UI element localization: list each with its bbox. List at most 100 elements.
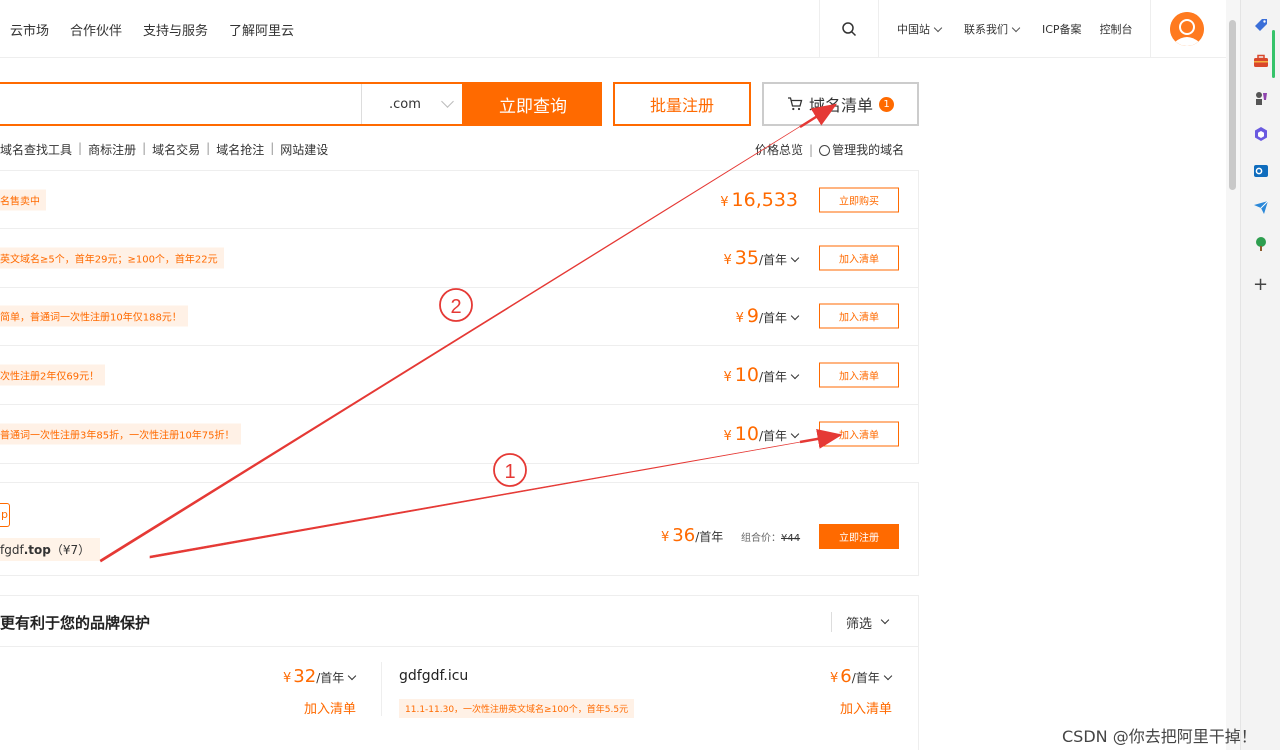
nav-item-about[interactable]: 了解阿里云 xyxy=(229,20,294,39)
add-to-list-link[interactable]: 加入清单 xyxy=(304,698,356,717)
filter-label: 筛选 xyxy=(846,616,873,632)
add-to-list-button[interactable]: 加入清单 xyxy=(819,362,899,388)
price-dropdown[interactable]: ¥ 35 /首年 xyxy=(723,247,800,270)
outlook-icon[interactable] xyxy=(1252,162,1270,180)
combo-price: ¥ 36 /首年 xyxy=(661,525,723,546)
result-row: 次性注册2年仅69元！ ¥ 10 /首年 加入清单 xyxy=(0,346,918,405)
promo-tag: 11.1-11.30，一次性注册英文域名≥100个，首年5.5元 xyxy=(399,699,635,718)
link-price-overview[interactable]: 价格总览 xyxy=(755,141,803,158)
promo-tag: 英文域名≥5个，首年29元；≥100个，首年22元 xyxy=(0,247,224,269)
nav-china-site-label: 中国站 xyxy=(897,23,930,36)
link-separator: | xyxy=(78,141,83,155)
link-website-build[interactable]: 网站建设 xyxy=(280,141,328,158)
send-icon[interactable] xyxy=(1252,198,1270,216)
domain-search-input[interactable]: .com xyxy=(0,82,464,126)
price-unit: /首年 xyxy=(758,253,787,268)
nav-item-support[interactable]: 支持与服务 xyxy=(143,20,208,39)
tool-links-right: 价格总览 | 管理我的域名 xyxy=(755,141,918,158)
suffix-select[interactable]: .com xyxy=(361,84,464,124)
nav-item-cloud-market[interactable]: 云市场 xyxy=(10,20,49,39)
tag-icon[interactable] xyxy=(1252,16,1270,34)
filter-dropdown[interactable]: 筛选 xyxy=(831,612,890,632)
price-dropdown[interactable]: ¥ 6 /首年 xyxy=(830,666,893,687)
nav-console[interactable]: 控制台 xyxy=(1091,21,1142,37)
link-separator: | xyxy=(809,142,814,157)
domain-cart-button[interactable]: 域名清单 1 xyxy=(762,82,919,126)
price-value: 6 xyxy=(840,666,852,687)
price-unit: /首年 xyxy=(758,428,787,443)
nav-search-button[interactable] xyxy=(820,0,878,58)
search-icon xyxy=(842,22,857,37)
price-unit: /首年 xyxy=(695,530,724,544)
combo-original-price: 组合价：¥44 xyxy=(741,529,800,544)
scrollbar-thumb[interactable] xyxy=(1229,20,1236,190)
bulk-register-button[interactable]: 批量注册 xyxy=(613,82,751,126)
currency-symbol: ¥ xyxy=(283,671,292,686)
price-value: 35 xyxy=(734,247,759,270)
price-dropdown[interactable]: ¥ 10 /首年 xyxy=(723,363,800,386)
link-domain-trade[interactable]: 域名交易 xyxy=(152,141,200,158)
currency-symbol: ¥ xyxy=(735,311,744,327)
link-manage-domains-label: 管理我的域名 xyxy=(832,143,905,157)
cart-count-badge: 1 xyxy=(879,96,894,112)
user-avatar-icon xyxy=(1170,12,1204,46)
link-separator: | xyxy=(142,141,147,155)
user-icon xyxy=(819,145,831,156)
avatar[interactable] xyxy=(1170,12,1204,46)
result-row: 简单，普通词一次性注册10年仅188元！ ¥ 9 /首年 加入清单 xyxy=(0,288,918,347)
nav-contact-us[interactable]: 联系我们 xyxy=(950,21,1028,37)
currency-symbol: ¥ xyxy=(723,428,732,444)
query-button[interactable]: 立即查询 xyxy=(464,82,602,126)
top-navigation: 云市场 合作伙伴 支持与服务 了解阿里云 中国站 联系我们 ICP备案 控制台 xyxy=(0,0,1226,58)
currency-symbol: ¥ xyxy=(723,369,732,385)
cart-icon xyxy=(787,97,803,111)
link-domain-tools[interactable]: 域名查找工具 xyxy=(0,141,72,158)
browser-sidebar: + xyxy=(1240,0,1280,750)
chess-icon[interactable] xyxy=(1252,89,1270,107)
price-dropdown[interactable]: ¥ 10 /首年 xyxy=(723,423,800,445)
add-to-list-link[interactable]: 加入清单 xyxy=(840,698,892,717)
domain-results-list: 名售卖中 ¥ 16,533 立即购买 英文域名≥5个，首年29元；≥100个，首… xyxy=(0,170,919,464)
register-now-button[interactable]: 立即注册 xyxy=(819,524,899,549)
chevron-down-icon xyxy=(883,671,893,681)
nav-item-partners[interactable]: 合作伙伴 xyxy=(70,20,122,39)
add-to-list-button[interactable]: 加入清单 xyxy=(819,421,899,447)
nav-icp[interactable]: ICP备案 xyxy=(1028,21,1091,37)
nav-left-menu: 云市场 合作伙伴 支持与服务 了解阿里云 xyxy=(10,0,294,58)
column-divider xyxy=(381,662,382,716)
toolbox-icon[interactable] xyxy=(1252,52,1270,70)
price-dropdown[interactable]: ¥ 32 /首年 xyxy=(283,666,357,687)
page-scrollbar[interactable] xyxy=(1226,0,1240,750)
price-dropdown[interactable]: ¥ 9 /首年 xyxy=(735,305,800,327)
currency-symbol: ¥ xyxy=(720,194,729,210)
link-manage-domains[interactable]: 管理我的域名 xyxy=(819,141,904,158)
active-indicator xyxy=(1272,30,1275,78)
link-domain-snatch[interactable]: 域名抢注 xyxy=(216,141,264,158)
buy-now-button[interactable]: 立即购买 xyxy=(819,187,899,213)
promo-tag: 名售卖中 xyxy=(0,189,46,211)
price-value: 10 xyxy=(734,363,759,386)
section-title: 更有利于您的品牌保护 xyxy=(0,614,151,632)
link-separator: | xyxy=(270,141,275,155)
combo-domain-extra: （¥7） xyxy=(50,543,91,557)
add-to-list-button[interactable]: 加入清单 xyxy=(819,303,899,329)
copilot-icon[interactable] xyxy=(1252,125,1270,143)
chevron-down-icon xyxy=(441,95,454,108)
promo-tag: 次性注册2年仅69元！ xyxy=(0,364,106,386)
link-trademark[interactable]: 商标注册 xyxy=(88,141,136,158)
combo-tag: p xyxy=(0,503,10,527)
annotation-label-1: 1 xyxy=(504,461,515,483)
domain-cart-label: 域名清单 xyxy=(808,96,873,115)
add-icon[interactable]: + xyxy=(1253,274,1268,295)
tree-icon[interactable] xyxy=(1252,235,1270,253)
add-to-list-button[interactable]: 加入清单 xyxy=(819,245,899,271)
promo-tag: 简单，普通词一次性注册10年仅188元！ xyxy=(0,305,188,327)
price: ¥ 16,533 xyxy=(720,189,798,211)
combo-original-value: ¥44 xyxy=(781,533,801,544)
combo-domain-suffix: .top xyxy=(23,543,51,557)
nav-china-site[interactable]: 中国站 xyxy=(879,21,950,37)
chevron-down-icon xyxy=(790,370,800,380)
chevron-down-icon xyxy=(790,312,800,321)
price-unit: /首年 xyxy=(758,369,787,384)
promo-tag: 普通词一次性注册3年85折，一次性注册10年75折！ xyxy=(0,423,241,445)
